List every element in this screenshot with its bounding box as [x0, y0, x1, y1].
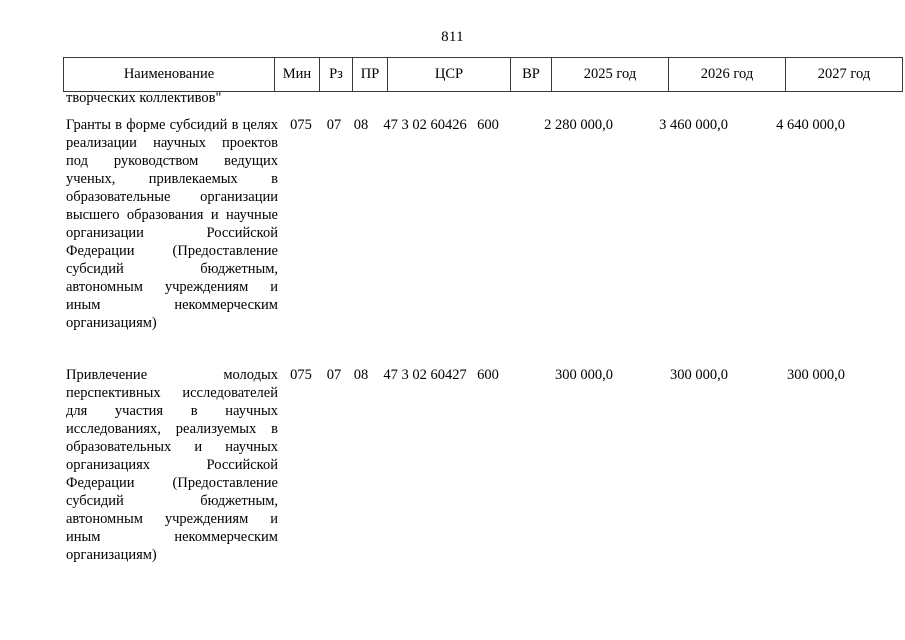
page-number: 811: [441, 29, 464, 45]
row-year-2025: 2 280 000,0: [544, 117, 613, 133]
column-header-rz: Рз: [319, 57, 353, 92]
column-header-pr: ПР: [352, 57, 388, 92]
row-min: 075: [290, 367, 312, 383]
table-header-row: Наименование Мин Рз ПР ЦСР ВР 2025 год 2…: [63, 57, 903, 92]
row-vr: 600: [477, 367, 499, 383]
column-header-year-2026: 2026 год: [668, 57, 786, 92]
row-rz: 07: [326, 367, 342, 383]
continuation-text-fragment: творческих коллективов": [66, 90, 222, 106]
row-year-2026: 3 460 000,0: [659, 117, 728, 133]
document-page: 811 Наименование Мин Рз ПР ЦСР ВР 2025 г…: [0, 0, 905, 640]
row-description: Гранты в форме субсидий в целях реализац…: [66, 116, 278, 332]
budget-table-header: Наименование Мин Рз ПР ЦСР ВР 2025 год 2…: [63, 57, 903, 92]
row-pr: 08: [353, 367, 369, 383]
row-description-body: Гранты в форме субсидий в целях реализац…: [66, 117, 278, 313]
row-vr: 600: [477, 117, 499, 133]
row-description-tail: организациям): [66, 547, 157, 563]
row-csr: 47 3 02 60426: [383, 117, 467, 133]
row-csr: 47 3 02 60427: [383, 367, 467, 383]
column-header-name: Наименование: [63, 57, 275, 92]
row-description-body: Привлечение молодых перспективных исслед…: [66, 367, 278, 545]
row-description-tail: организациям): [66, 315, 157, 331]
row-year-2025: 300 000,0: [555, 367, 613, 383]
column-header-vr: ВР: [510, 57, 552, 92]
row-year-2027: 300 000,0: [787, 367, 845, 383]
column-header-year-2025: 2025 год: [551, 57, 669, 92]
row-year-2026: 300 000,0: [670, 367, 728, 383]
column-header-min: Мин: [274, 57, 320, 92]
column-header-csr: ЦСР: [387, 57, 511, 92]
row-pr: 08: [353, 117, 369, 133]
column-header-year-2027: 2027 год: [785, 57, 903, 92]
row-year-2027: 4 640 000,0: [776, 117, 845, 133]
row-description: Привлечение молодых перспективных исслед…: [66, 366, 278, 564]
row-rz: 07: [326, 117, 342, 133]
row-min: 075: [290, 117, 312, 133]
